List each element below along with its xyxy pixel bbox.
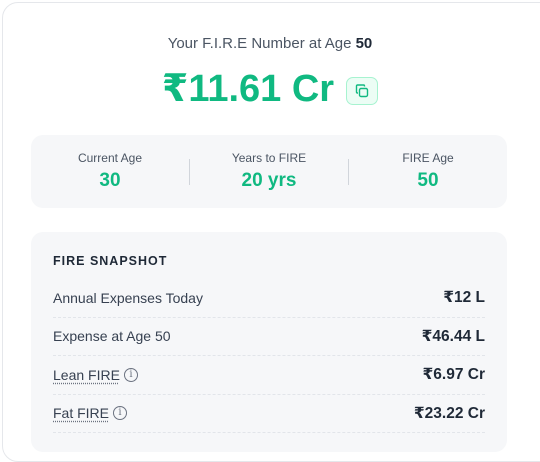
row-value: ₹23.22 Cr: [413, 404, 485, 422]
fire-snapshot-panel: FIRE SNAPSHOT Annual Expenses Today ₹12 …: [31, 232, 507, 452]
row-label-text: Fat FIRE: [53, 405, 110, 422]
row-value: ₹46.44 L: [421, 327, 485, 345]
snapshot-title: FIRE SNAPSHOT: [53, 254, 168, 268]
stat-label: FIRE Age: [402, 151, 454, 165]
lean-fire-label[interactable]: Lean FIRE i: [53, 367, 138, 383]
fire-number-row: ₹11.61 Cr: [0, 66, 540, 111]
snapshot-rows: Annual Expenses Today ₹12 L Expense at A…: [53, 279, 485, 433]
stat-fire-age: FIRE Age 50: [349, 151, 507, 192]
row-value: ₹12 L: [443, 289, 485, 307]
row-label: Annual Expenses Today: [53, 289, 203, 306]
stat-label: Current Age: [77, 151, 143, 165]
heading-age: 50: [355, 35, 373, 52]
stat-current-age: Current Age 30: [31, 151, 189, 192]
heading-prefix: Your F.I.R.E Number at Age: [167, 35, 352, 52]
fire-number-value: ₹11.61 Cr: [161, 68, 335, 110]
info-icon[interactable]: i: [123, 367, 138, 382]
stat-label: Years to FIRE: [231, 151, 307, 165]
snapshot-row-fat-fire: Fat FIRE i ₹23.22 Cr: [53, 395, 485, 433]
snapshot-row-expense-at-age: Expense at Age 50 ₹46.44 L: [53, 318, 485, 356]
snapshot-row-lean-fire: Lean FIRE i ₹6.97 Cr: [53, 356, 485, 395]
stat-value: 20 yrs: [241, 170, 297, 191]
snapshot-row-annual-expenses: Annual Expenses Today ₹12 L: [53, 279, 485, 318]
age-stats-panel: Current Age 30 Years to FIRE 20 yrs FIRE…: [31, 135, 507, 208]
stat-value: 50: [417, 170, 439, 191]
stat-value: 30: [99, 170, 121, 191]
row-value: ₹6.97 Cr: [422, 366, 485, 384]
stat-years-to-fire: Years to FIRE 20 yrs: [190, 151, 348, 192]
info-icon[interactable]: i: [113, 406, 128, 421]
row-label-text: Lean FIRE: [53, 366, 120, 383]
copy-icon: [355, 83, 369, 97]
copy-button[interactable]: [346, 76, 379, 105]
fat-fire-label[interactable]: Fat FIRE i: [53, 405, 128, 422]
row-label: Expense at Age 50: [53, 328, 171, 345]
fire-heading: Your F.I.R.E Number at Age 50: [0, 35, 540, 52]
